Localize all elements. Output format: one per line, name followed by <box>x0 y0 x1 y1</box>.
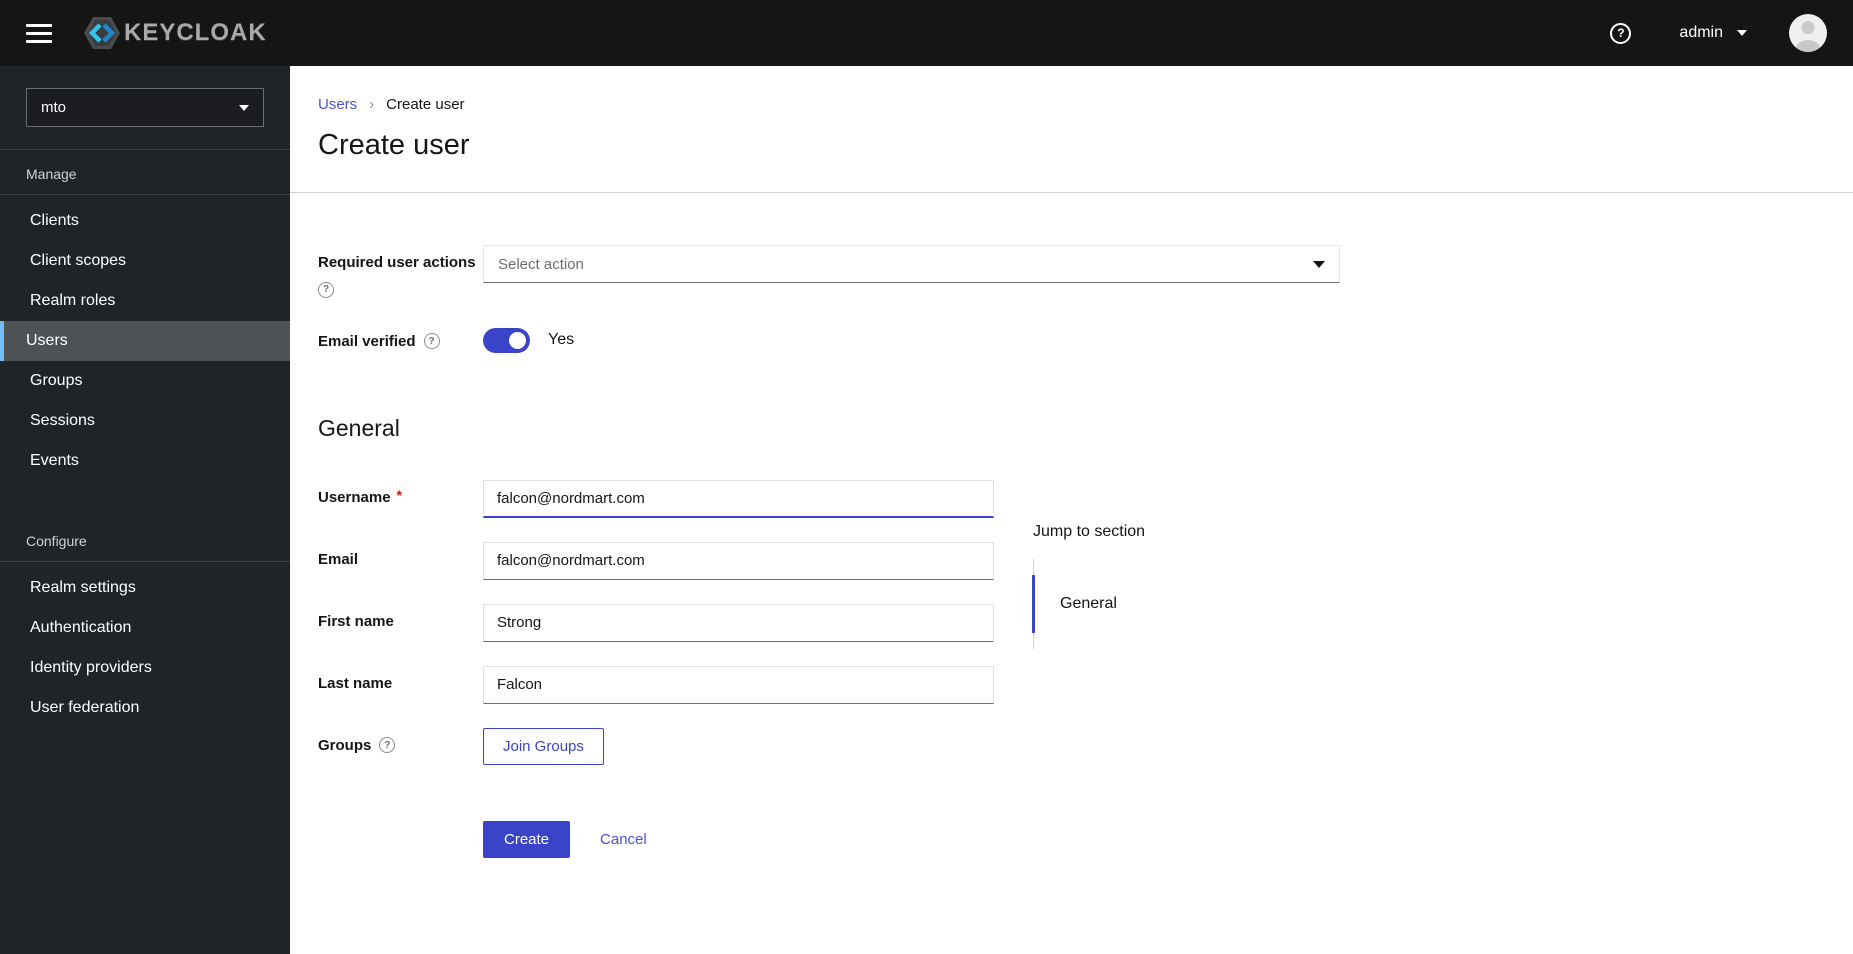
last-name-input[interactable] <box>483 665 994 704</box>
field-label: Username <box>318 488 391 506</box>
chevron-down-icon <box>1313 260 1325 268</box>
nav-section-manage: Manage Clients Client scopes Realm roles… <box>0 166 290 481</box>
sidebar: mto Manage Clients Client scopes Realm r… <box>0 66 290 954</box>
field-label: Groups <box>318 736 372 754</box>
page-title: Create user <box>318 129 470 161</box>
breadcrumb-current: Create user <box>386 96 465 113</box>
sidebar-item-client-scopes[interactable]: Client scopes <box>0 241 290 281</box>
sidebar-item-groups[interactable]: Groups <box>0 361 290 401</box>
help-icon[interactable]: ? <box>379 737 396 753</box>
breadcrumb-link-users[interactable]: Users <box>318 96 357 113</box>
chevron-down-icon <box>1737 30 1747 36</box>
sidebar-item-label: User federation <box>30 699 140 716</box>
field-label: Email <box>318 550 359 568</box>
sidebar-item-label: Identity providers <box>30 659 152 676</box>
username-label: admin <box>1679 24 1723 41</box>
sidebar-item-label: Groups <box>30 372 83 389</box>
field-label: Last name <box>318 674 393 692</box>
keycloak-admin-console: KEYCLOAK ? admin mto Manage Clients Clie… <box>0 0 1853 954</box>
sidebar-item-label: Events <box>30 452 79 469</box>
keycloak-logo-icon <box>84 17 120 49</box>
avatar[interactable] <box>1789 14 1827 52</box>
sidebar-item-label: Users <box>26 332 68 349</box>
sidebar-item-clients[interactable]: Clients <box>0 201 290 241</box>
jump-link-general[interactable]: General <box>1032 575 1293 633</box>
required-indicator: * <box>396 486 402 503</box>
help-icon[interactable]: ? <box>1610 22 1632 44</box>
sidebar-item-events[interactable]: Events <box>0 441 290 481</box>
sidebar-item-label: Realm settings <box>30 579 136 596</box>
field-label: First name <box>318 612 394 630</box>
user-dropdown[interactable]: admin <box>1679 24 1747 42</box>
brand-text: KEYCLOAK <box>124 19 267 46</box>
jump-to-section-title: Jump to section <box>1033 523 1146 540</box>
last-name-row: Last name <box>318 665 1825 704</box>
first-name-input[interactable] <box>483 603 994 642</box>
sidebar-divider <box>0 149 290 150</box>
sidebar-item-label: Client scopes <box>30 252 127 269</box>
required-user-actions-label-block: Required user actions ? <box>318 245 483 298</box>
hamburger-menu-icon[interactable] <box>26 23 52 43</box>
username-row: Username * <box>318 479 1825 518</box>
top-header: KEYCLOAK ? admin <box>0 0 1853 66</box>
sidebar-item-users[interactable]: Users <box>0 321 290 361</box>
username-input[interactable] <box>483 479 994 518</box>
sidebar-item-realm-roles[interactable]: Realm roles <box>0 281 290 321</box>
sidebar-item-identity-providers[interactable]: Identity providers <box>0 648 290 688</box>
realm-name: mto <box>41 99 67 116</box>
sidebar-item-user-federation[interactable]: User federation <box>0 688 290 728</box>
create-user-form: Required user actions ? Select action Em… <box>290 193 1853 918</box>
required-user-actions-row: Required user actions ? Select action <box>318 245 1825 298</box>
sidebar-item-sessions[interactable]: Sessions <box>0 401 290 441</box>
main-content: Users › Create user Create user Required… <box>290 66 1853 954</box>
groups-row: Groups ? Join Groups <box>318 727 1825 765</box>
email-verified-label-block: Email verified ? <box>318 324 483 350</box>
join-groups-button[interactable]: Join Groups <box>483 727 604 765</box>
toggle-knob <box>509 331 526 349</box>
general-section-heading: General <box>318 414 400 441</box>
sidebar-item-realm-settings[interactable]: Realm settings <box>0 568 290 608</box>
email-verified-toggle[interactable] <box>483 327 530 353</box>
select-placeholder: Select action <box>498 255 584 273</box>
sidebar-item-label: Realm roles <box>30 292 116 309</box>
cancel-link[interactable]: Cancel <box>600 831 647 848</box>
jump-to-section-nav: Jump to section General <box>1032 523 1293 649</box>
field-label: Email verified <box>318 332 416 350</box>
sidebar-item-label: Clients <box>30 212 79 229</box>
help-icon[interactable]: ? <box>318 281 334 298</box>
create-button[interactable]: Create <box>483 820 571 858</box>
sidebar-item-authentication[interactable]: Authentication <box>0 608 290 648</box>
email-verified-row: Email verified ? Yes <box>318 324 1825 353</box>
chevron-down-icon <box>239 104 249 111</box>
breadcrumb-separator-icon: › <box>369 96 375 113</box>
nav-section-configure: Configure Realm settings Authentication … <box>0 533 290 728</box>
nav-section-title: Configure <box>26 533 87 549</box>
required-user-actions-select[interactable]: Select action <box>483 245 1340 283</box>
email-input[interactable] <box>483 541 994 580</box>
sidebar-item-label: Authentication <box>30 619 132 636</box>
nav-section-title: Manage <box>26 166 77 182</box>
page-header: Users › Create user Create user <box>290 66 1853 193</box>
breadcrumb: Users › Create user <box>318 96 1825 113</box>
sidebar-item-label: Sessions <box>30 412 95 429</box>
jump-to-section-rail: General <box>1032 559 1293 649</box>
field-label: Required user actions <box>318 254 476 271</box>
keycloak-logo[interactable]: KEYCLOAK <box>82 15 267 51</box>
realm-selector[interactable]: mto <box>26 88 264 127</box>
help-icon[interactable]: ? <box>423 333 440 349</box>
toggle-state-label: Yes <box>548 331 575 348</box>
form-actions: Create Cancel <box>483 820 1825 918</box>
